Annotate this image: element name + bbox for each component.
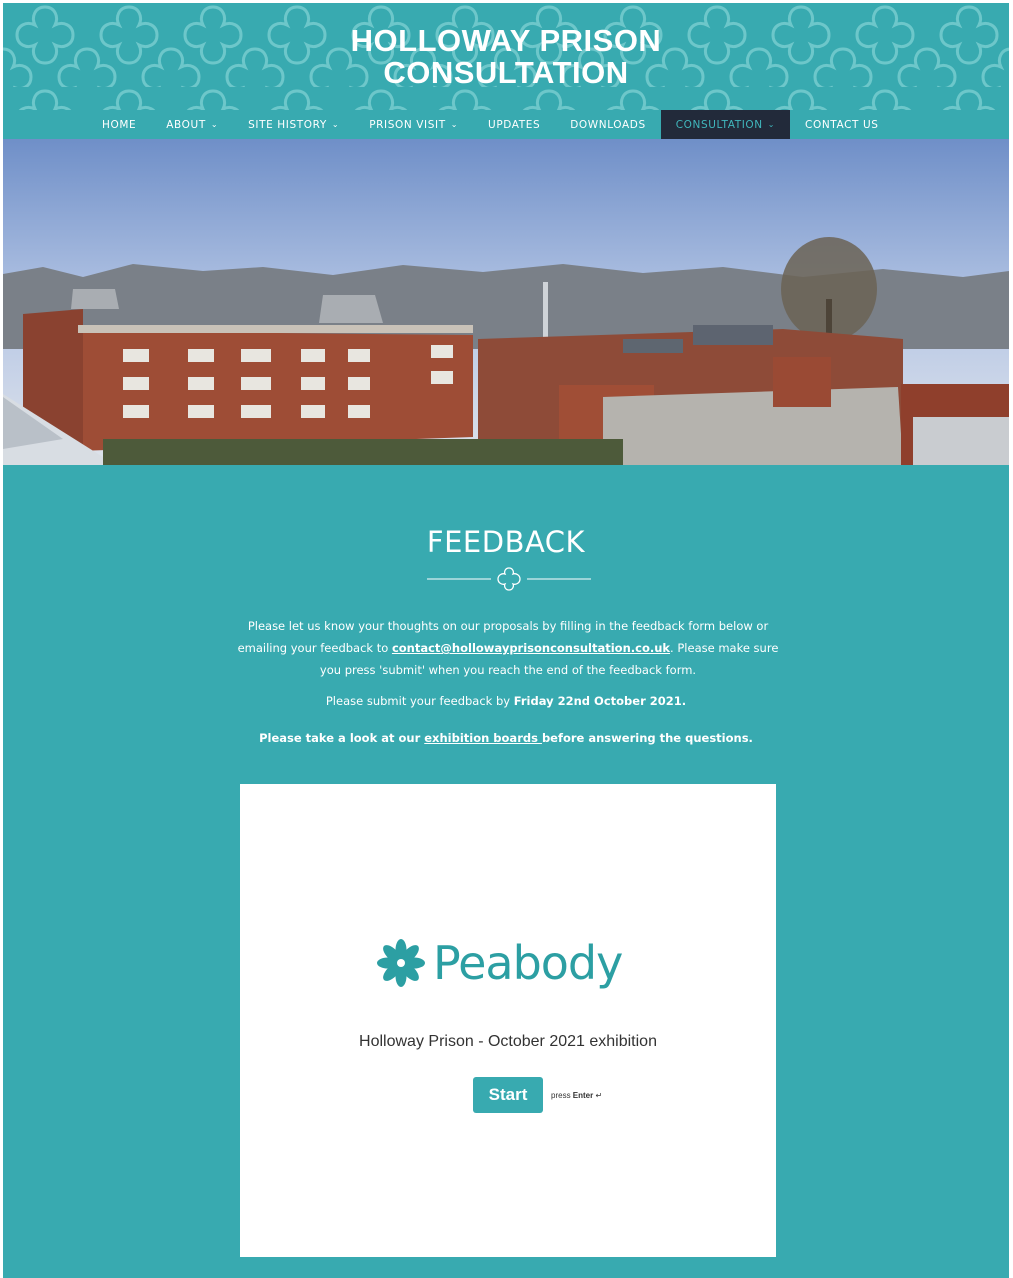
- exhibition-note: Please take a look at our exhibition boa…: [3, 731, 1009, 745]
- nav-about-label: ABOUT: [166, 118, 206, 131]
- start-button[interactable]: Start: [473, 1077, 543, 1113]
- main-nav: HOME ABOUT ⌄ SITE HISTORY ⌄ PRISON VISIT ⌄ …: [3, 110, 1009, 139]
- form-subtitle: Holloway Prison - October 2021 exhibitio…: [359, 1033, 657, 1050]
- enter-key-icon: ↵: [595, 1091, 603, 1100]
- nav-downloads[interactable]: DOWNLOADS: [555, 110, 660, 139]
- nav-prison-visit-label: PRISON VISIT: [369, 118, 446, 131]
- site-header: HOLLOWAY PRISON CONSULTATION: [3, 3, 1009, 111]
- peabody-logo-text: Peabody: [433, 936, 623, 990]
- intro-text: Please let us know your thoughts on our …: [233, 615, 783, 681]
- site-title[interactable]: HOLLOWAY PRISON CONSULTATION: [3, 25, 1009, 89]
- nav-updates-label: UPDATES: [488, 118, 541, 131]
- chevron-down-icon: ⌄: [331, 120, 340, 129]
- page-title: FEEDBACK: [426, 525, 586, 559]
- nav-prison-visit[interactable]: PRISON VISIT ⌄: [354, 110, 473, 139]
- peabody-flower-icon: [377, 939, 425, 987]
- divider-ornament-icon: [427, 567, 591, 591]
- nav-home[interactable]: HOME: [87, 110, 151, 139]
- deadline-before: Please submit your feedback by: [325, 694, 514, 708]
- exhibition-boards-link[interactable]: exhibition boards: [424, 731, 542, 745]
- chevron-down-icon: ⌄: [450, 120, 459, 129]
- hero-image: [3, 139, 1009, 465]
- nav-contact-us-label: CONTACT US: [805, 118, 879, 131]
- site-title-line2: CONSULTATION: [383, 55, 629, 90]
- nav-updates[interactable]: UPDATES: [473, 110, 555, 139]
- chevron-down-icon: ⌄: [210, 120, 219, 129]
- nav-contact-us[interactable]: CONTACT US: [790, 110, 893, 139]
- contact-email-link[interactable]: contact@hollowayprisonconsultation.co.uk: [392, 641, 670, 655]
- press-label: press: [551, 1091, 573, 1100]
- exhibition-note-before: Please take a look at our: [259, 731, 425, 745]
- main-content: FEEDBACK Please let us know your thought…: [3, 465, 1009, 1278]
- nav-downloads-label: DOWNLOADS: [570, 118, 646, 131]
- chevron-down-icon: ⌄: [767, 120, 776, 129]
- peabody-logo: Peabody: [375, 932, 623, 994]
- nav-consultation-label: CONSULTATION: [675, 118, 763, 131]
- page: HOLLOWAY PRISON CONSULTATION HOME ABOUT ⌄…: [0, 0, 1013, 1278]
- hero-photo-illustration: [3, 139, 1009, 465]
- nav-home-label: HOME: [102, 118, 137, 131]
- nav-about[interactable]: ABOUT ⌄: [151, 110, 233, 139]
- press-enter-hint: press Enter ↵: [551, 1091, 602, 1100]
- exhibition-note-after: before answering the questions.: [541, 731, 753, 745]
- enter-key-label: Enter: [572, 1091, 594, 1100]
- site-title-line1: HOLLOWAY PRISON: [350, 23, 662, 58]
- nav-site-history-label: SITE HISTORY: [248, 118, 327, 131]
- nav-site-history[interactable]: SITE HISTORY ⌄: [233, 110, 354, 139]
- feedback-form-embed: Peabody Holloway Prison - October 2021 e…: [240, 784, 776, 1257]
- deadline-text: Please submit your feedback by Friday 22…: [3, 694, 1009, 708]
- nav-consultation[interactable]: CONSULTATION ⌄: [660, 110, 791, 139]
- deadline-date: Friday 22nd October 2021.: [513, 694, 687, 708]
